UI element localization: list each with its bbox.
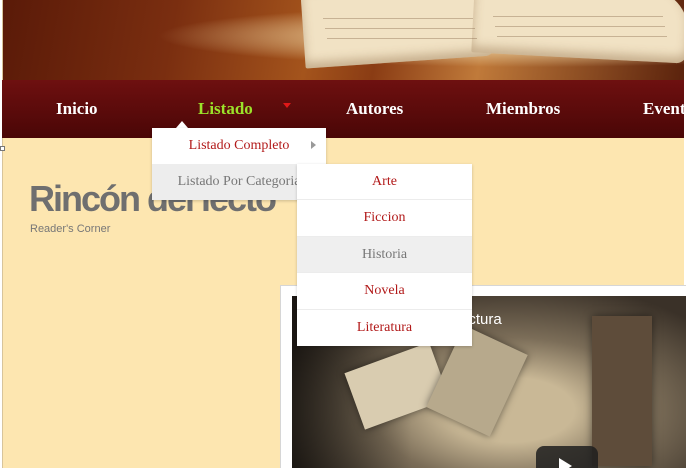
nav-item-inicio[interactable]: Inicio xyxy=(56,80,98,138)
dropdown-pointer xyxy=(176,121,188,128)
submenu-item-literatura[interactable]: Literatura xyxy=(297,310,472,346)
categoria-submenu: Arte Ficcion Historia Novela Literatura xyxy=(297,164,472,346)
submenu-item-ficcion[interactable]: Ficcion xyxy=(297,200,472,237)
nav-item-miembros[interactable]: Miembros xyxy=(486,80,560,138)
nav-item-autores[interactable]: Autores xyxy=(346,80,403,138)
dropdown-item-label: Listado Completo xyxy=(188,138,290,153)
chevron-down-icon xyxy=(283,103,291,108)
submenu-item-arte[interactable]: Arte xyxy=(297,164,472,201)
chevron-right-icon xyxy=(311,141,316,149)
site-subtitle: Reader's Corner xyxy=(30,223,111,235)
dropdown-item-label: Listado Por Categoria xyxy=(177,174,301,189)
frame-marker xyxy=(0,146,5,151)
submenu-item-novela[interactable]: Novela xyxy=(297,273,472,310)
play-button[interactable] xyxy=(536,446,598,468)
main-navbar: Inicio Listado Autores Miembros Event xyxy=(2,80,686,138)
dropdown-item-listado-completo[interactable]: Listado Completo xyxy=(152,128,326,164)
nav-item-eventos[interactable]: Event xyxy=(643,80,686,138)
play-icon xyxy=(559,458,572,468)
header-banner-image xyxy=(3,0,684,80)
submenu-item-historia[interactable]: Historia xyxy=(297,236,472,274)
